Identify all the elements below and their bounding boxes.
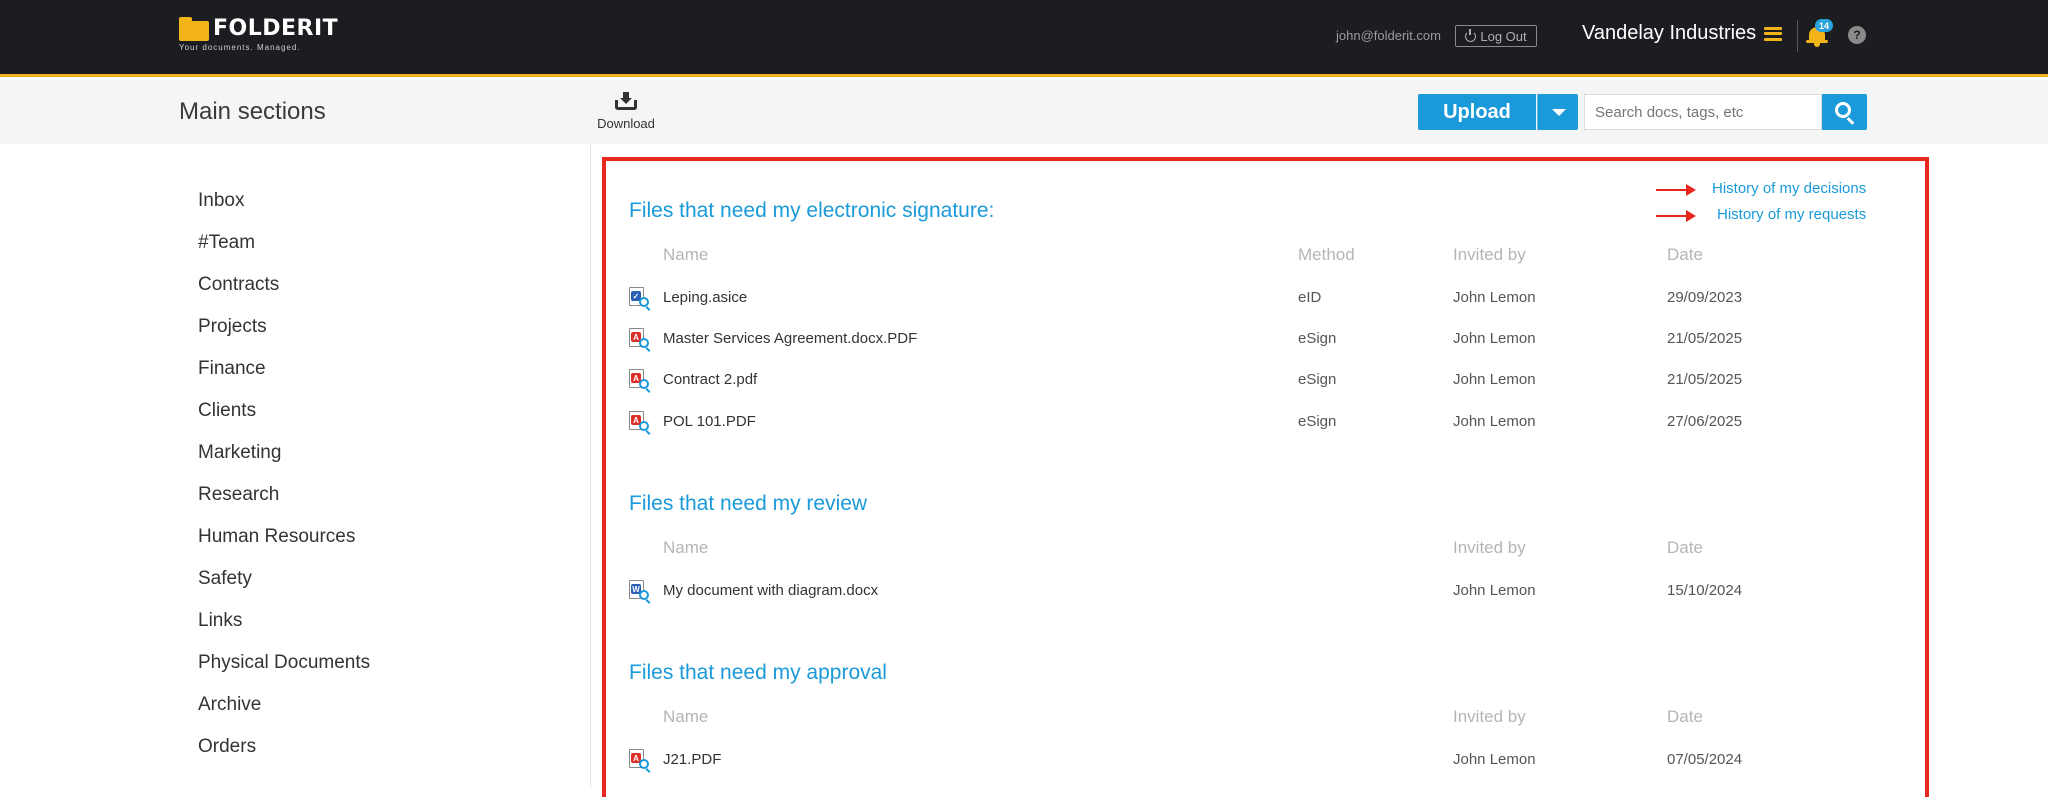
invite-date: 21/05/2025: [1667, 330, 1743, 347]
logout-label: Log Out: [1480, 28, 1527, 44]
file-name-link[interactable]: J21.PDF: [663, 751, 721, 768]
sidebar-item-inbox[interactable]: Inbox: [198, 190, 244, 212]
logo-tagline: Your documents. Managed.: [179, 43, 301, 52]
file-name-link[interactable]: Master Services Agreement.docx.PDF: [663, 330, 917, 347]
sidebar-item-links[interactable]: Links: [198, 610, 242, 632]
sidebar-item-finance[interactable]: Finance: [198, 358, 266, 380]
invite-date: 07/05/2024: [1667, 751, 1743, 768]
top-bar: FOLDERIT Your documents. Managed. john@f…: [0, 0, 2048, 77]
company-switcher[interactable]: Vandelay Industries: [1582, 22, 1783, 45]
caret-down-icon: [1552, 109, 1566, 116]
sidebar-item-safety[interactable]: Safety: [198, 568, 252, 590]
file-name-link[interactable]: Leping.asice: [663, 289, 747, 306]
column-header-date: Date: [1667, 245, 1703, 264]
invite-date: 15/10/2024: [1667, 582, 1743, 599]
column-header-invited-by: Invited by: [1453, 707, 1526, 726]
pdf-file-icon[interactable]: A: [629, 411, 651, 433]
signature-method: eSign: [1298, 330, 1337, 347]
invited-by: John Lemon: [1453, 413, 1536, 430]
top-divider: [1797, 20, 1798, 52]
file-name-link[interactable]: My document with diagram.docx: [663, 582, 878, 599]
invite-date: 27/06/2025: [1667, 413, 1743, 430]
column-header-name: Name: [663, 245, 709, 264]
invite-date: 21/05/2025: [1667, 371, 1743, 388]
download-button[interactable]: Download: [596, 92, 656, 131]
sidebar-item-research[interactable]: Research: [198, 484, 279, 506]
invited-by: John Lemon: [1453, 330, 1536, 347]
invited-by: John Lemon: [1453, 371, 1536, 388]
upload-button[interactable]: Upload: [1418, 94, 1536, 130]
sidebar-item-clients[interactable]: Clients: [198, 400, 256, 422]
sidebar-item-physical-documents[interactable]: Physical Documents: [198, 652, 370, 674]
invited-by: John Lemon: [1453, 289, 1536, 306]
download-label: Download: [597, 116, 655, 131]
page-title: Main sections: [179, 98, 326, 125]
invited-by: John Lemon: [1453, 751, 1536, 768]
pdf-file-icon[interactable]: A: [629, 328, 651, 350]
column-header-date: Date: [1667, 707, 1703, 726]
signature-method: eSign: [1298, 413, 1337, 430]
approval-section-title: Files that need my approval: [629, 661, 887, 684]
history-requests-link[interactable]: History of my requests: [1717, 206, 1866, 223]
arrow-icon: [1656, 210, 1696, 222]
column-header-invited-by: Invited by: [1453, 538, 1526, 557]
column-header-date: Date: [1667, 538, 1703, 557]
review-section-title: Files that need my review: [629, 492, 868, 515]
signature-method: eID: [1298, 289, 1322, 306]
sidebar-item-orders[interactable]: Orders: [198, 736, 256, 758]
upload-dropdown-button[interactable]: [1537, 94, 1578, 130]
search-input[interactable]: [1584, 94, 1822, 130]
file-name-link[interactable]: POL 101.PDF: [663, 413, 756, 430]
search-icon: [1835, 102, 1851, 118]
sidebar-item-projects[interactable]: Projects: [198, 316, 267, 338]
menu-icon: [1764, 26, 1783, 41]
column-header-name: Name: [663, 707, 709, 726]
sidebar-item-contracts[interactable]: Contracts: [198, 274, 279, 296]
highlight-frame: [602, 157, 1929, 797]
invited-by: John Lemon: [1453, 582, 1536, 599]
word-file-icon[interactable]: W: [629, 580, 651, 602]
sidebar-item-team[interactable]: #Team: [198, 232, 255, 254]
power-icon: [1465, 28, 1477, 42]
logout-button[interactable]: Log Out: [1455, 25, 1537, 47]
folder-logo-icon: [179, 16, 209, 41]
download-icon: [615, 92, 637, 110]
column-header-invited-by: Invited by: [1453, 245, 1526, 264]
folderit-logo[interactable]: FOLDERIT Your documents. Managed.: [179, 16, 338, 52]
history-decisions-link[interactable]: History of my decisions: [1712, 180, 1866, 197]
logo-text: FOLDERIT: [213, 16, 339, 41]
notification-badge: 14: [1815, 19, 1833, 32]
signature-method: eSign: [1298, 371, 1337, 388]
signature-section-title: Files that need my electronic signature:: [629, 199, 995, 222]
company-name: Vandelay Industries: [1582, 22, 1757, 44]
invite-date: 29/09/2023: [1667, 289, 1743, 306]
sidebar: Inbox #Team Contracts Projects Finance C…: [0, 144, 591, 787]
search-button[interactable]: [1822, 94, 1867, 130]
sidebar-item-human-resources[interactable]: Human Resources: [198, 526, 355, 548]
column-header-method: Method: [1298, 245, 1355, 264]
pdf-file-icon[interactable]: A: [629, 369, 651, 391]
sidebar-item-marketing[interactable]: Marketing: [198, 442, 281, 464]
user-email: john@folderit.com: [1336, 28, 1441, 43]
file-name-link[interactable]: Contract 2.pdf: [663, 371, 757, 388]
column-header-name: Name: [663, 538, 709, 557]
asice-file-icon[interactable]: ✓: [629, 287, 651, 309]
sidebar-item-archive[interactable]: Archive: [198, 694, 261, 716]
pdf-file-icon[interactable]: A: [629, 749, 651, 771]
help-icon[interactable]: ?: [1848, 26, 1866, 44]
arrow-icon: [1656, 184, 1696, 196]
